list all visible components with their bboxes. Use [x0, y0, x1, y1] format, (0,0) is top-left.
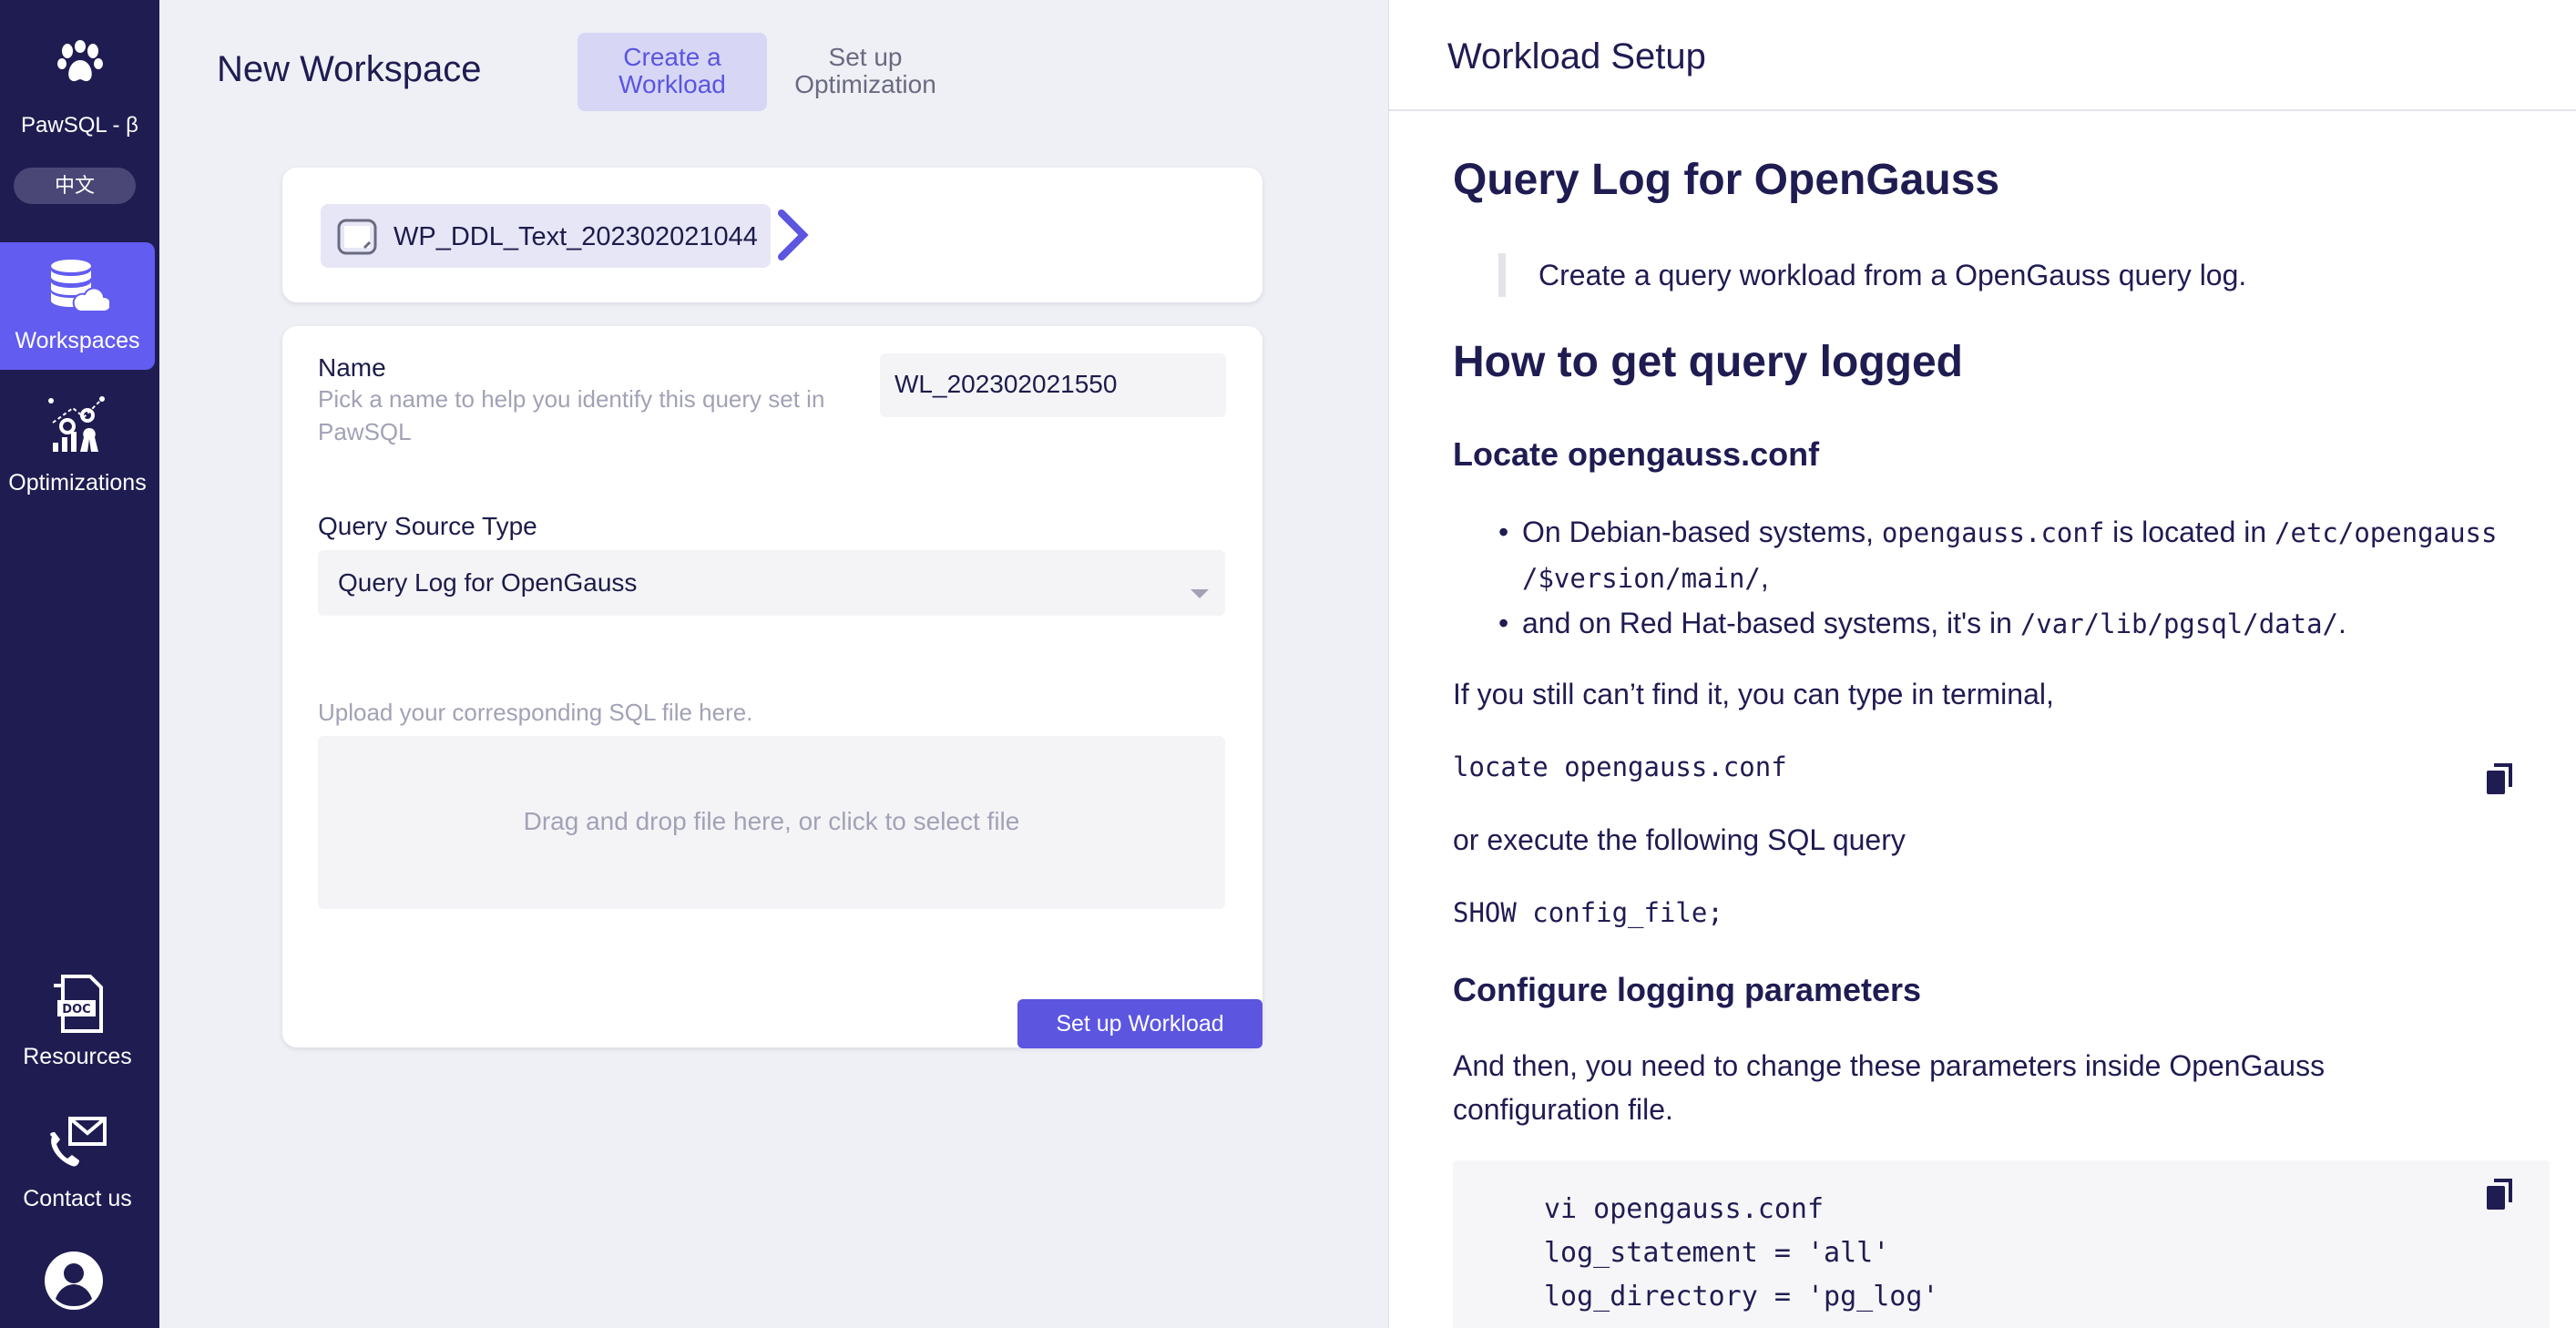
doc-paragraph-line1: And then, you need to change these param…: [1453, 1049, 2326, 1082]
step-label-line2: Optimization: [794, 70, 936, 98]
name-hint-line2: PawSQL: [318, 418, 412, 445]
list-item: • and on Red Hat-based systems, it's in …: [1498, 607, 2346, 639]
setup-workload-button[interactable]: Set up Workload: [1017, 999, 1262, 1048]
bullet-text: .: [2338, 607, 2346, 639]
sidebar-item-label: Contact us: [23, 1186, 132, 1211]
sidebar-item-optimizations[interactable]: Optimizations: [0, 386, 155, 514]
code-line: log_statement = 'all': [1544, 1237, 1890, 1269]
code-line: log_directory = 'pg_log': [1544, 1281, 1939, 1313]
database-cloud-icon: [46, 257, 112, 318]
doc-icon: DOC: [50, 973, 105, 1039]
doc-heading-how-to: How to get query logged: [1453, 338, 1963, 386]
file-dropzone[interactable]: Drag and drop file here, or click to sel…: [318, 736, 1225, 909]
inline-code: opengauss.conf: [1881, 517, 2105, 548]
bullet-text: On Debian-based systems,: [1522, 516, 1882, 548]
chevron-right-icon[interactable]: [776, 209, 809, 265]
user-avatar-icon[interactable]: [45, 1251, 103, 1314]
workspace-chip[interactable]: WP_DDL_Text_202302021044: [321, 204, 771, 268]
copy-icon[interactable]: [2485, 1179, 2514, 1216]
code-show-config: SHOW config_file;: [1453, 897, 1723, 928]
step-setup-optimization[interactable]: Set up Optimization: [782, 33, 949, 111]
doc-panel-title: Workload Setup: [1447, 36, 1706, 77]
workload-form-card: [282, 326, 1262, 1047]
doc-paragraph: If you still can’t find it, you can type…: [1453, 678, 2054, 710]
sidebar-item-resources[interactable]: DOC Resources: [0, 965, 155, 1093]
dropzone-text: Drag and drop file here, or click to sel…: [523, 807, 1020, 835]
bullet-text: is located in: [2104, 516, 2275, 548]
chevron-down-icon: [1191, 577, 1209, 607]
inline-code: /var/lib/pgsql/data/: [2019, 608, 2339, 639]
step-label-line1: Set up: [828, 43, 903, 71]
code-block: vi opengauss.conf log_statement = 'all' …: [1453, 1160, 2550, 1328]
doc-subheading-config: Configure logging parameters: [1453, 971, 1922, 1008]
bullet-text: and on Red Hat-based systems, it's in: [1522, 607, 2020, 639]
doc-bullet-list: • On Debian-based systems, opengauss.con…: [1498, 510, 2564, 647]
doc-quote-text: Create a query workload from a OpenGauss…: [1538, 259, 2247, 291]
inline-code: /etc/opengauss: [2274, 517, 2498, 548]
doc-header: Workload Setup: [1389, 0, 2576, 111]
sidebar: PawSQL - β 中文 Workspaces Optimizations D…: [0, 0, 159, 1328]
language-switch-button[interactable]: 中文: [14, 168, 136, 204]
source-type-value: Query Log for OpenGauss: [338, 568, 638, 597]
sidebar-item-label: Resources: [23, 1044, 132, 1069]
sidebar-item-label: Optimizations: [8, 470, 147, 495]
source-type-select[interactable]: Query Log for OpenGauss: [318, 550, 1225, 616]
code-line: vi opengauss.conf: [1544, 1193, 1825, 1225]
app-name: PawSQL - β: [21, 113, 138, 138]
contact-phone-mail-icon: [46, 1115, 108, 1174]
doc-quote: Create a query workload from a OpenGauss…: [1498, 253, 2318, 297]
bullet-text: ,: [1760, 561, 1769, 594]
step-label-line2: Workload: [618, 70, 726, 98]
name-hint-line1: Pick a name to help you identify this qu…: [318, 385, 825, 413]
name-input[interactable]: WL_202302021550: [880, 353, 1226, 417]
workspace-icon: [337, 219, 377, 260]
code-locate: locate opengauss.conf: [1453, 751, 1787, 782]
doc-paragraph: or execute the following SQL query: [1453, 823, 1906, 856]
step-create-workload[interactable]: Create a Workload: [578, 33, 767, 111]
paw-logo-icon[interactable]: [0, 40, 159, 90]
name-label: Name: [318, 353, 386, 382]
upload-hint: Upload your corresponding SQL file here.: [318, 699, 753, 726]
svg-text:DOC: DOC: [62, 1003, 90, 1016]
inline-code: /$version/main/: [1522, 563, 1761, 594]
doc-paragraph-line2: configuration file.: [1453, 1093, 1673, 1126]
list-item: • On Debian-based systems, opengauss.con…: [1498, 516, 2498, 594]
step-label-line1: Create a: [623, 43, 721, 71]
workspace-name: WP_DDL_Text_202302021044: [394, 222, 758, 251]
doc-subheading-locate: Locate opengauss.conf: [1453, 435, 1820, 473]
optimization-chart-icon: [46, 395, 109, 458]
sidebar-item-contact[interactable]: Contact us: [0, 1108, 155, 1235]
sidebar-item-workspaces[interactable]: Workspaces: [0, 242, 155, 370]
sidebar-item-label: Workspaces: [15, 328, 140, 353]
copy-icon[interactable]: [2485, 763, 2514, 801]
page-title: New Workspace: [217, 49, 482, 89]
doc-heading: Query Log for OpenGauss: [1453, 156, 2000, 204]
documentation-panel: Workload Setup Query Log for OpenGauss C…: [1388, 0, 2576, 1328]
source-type-label: Query Source Type: [318, 512, 537, 540]
